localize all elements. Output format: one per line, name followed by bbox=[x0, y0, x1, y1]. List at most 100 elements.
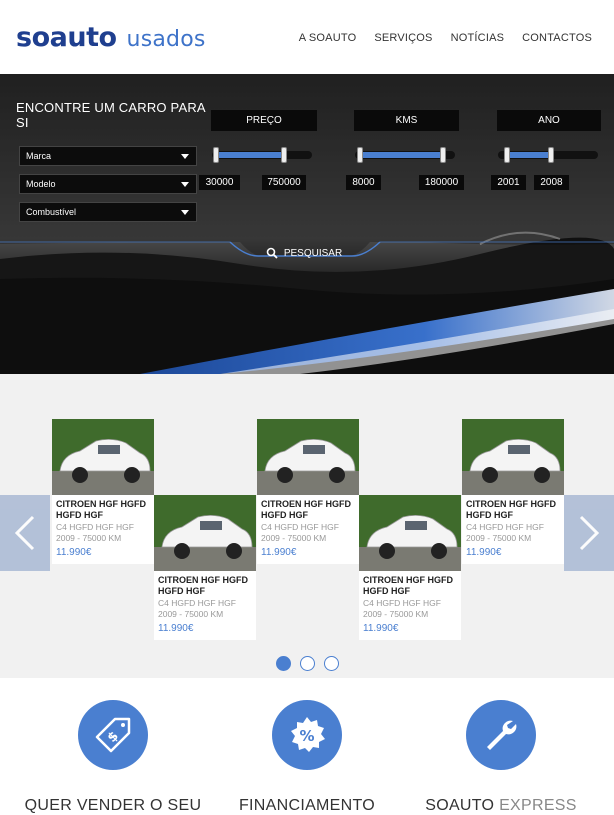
car-card[interactable]: CITROEN HGF HGFD HGFD HGF C4 HGFD HGF HG… bbox=[154, 495, 256, 640]
hero-search: ENCONTRE UM CARRO PARA SI Marca Modelo C… bbox=[0, 74, 614, 374]
price-slider-fill bbox=[216, 152, 284, 158]
price-min-handle[interactable] bbox=[213, 147, 219, 163]
logo[interactable]: soauto usados bbox=[16, 22, 206, 56]
year-slider-fill bbox=[506, 152, 551, 158]
nav-item-soauto[interactable]: A SOAUTO bbox=[299, 32, 357, 44]
nav-item-contactos[interactable]: CONTACTOS bbox=[522, 32, 592, 44]
car-photo bbox=[154, 495, 256, 571]
service-label-light-text: EXPRESS bbox=[499, 797, 577, 814]
car-title: CITROEN HGF HGFD HGFD HGF bbox=[363, 575, 453, 596]
car-price: 11.990€ bbox=[363, 623, 399, 634]
car-price: 11.990€ bbox=[158, 623, 194, 634]
service-icon-circle bbox=[466, 700, 536, 770]
carousel-prev-button[interactable] bbox=[0, 495, 50, 571]
car-year-km: 2009 - 75000 KM bbox=[466, 533, 532, 543]
model-select-value: Modelo bbox=[26, 179, 56, 189]
carousel-dot-3[interactable] bbox=[324, 656, 339, 671]
year-max-value: 2008 bbox=[534, 175, 569, 190]
kms-range-title: KMS bbox=[354, 110, 459, 131]
fuel-select[interactable]: Combustível bbox=[19, 202, 197, 222]
year-min-handle[interactable] bbox=[504, 147, 510, 163]
car-model: C4 HGFD HGF HGF bbox=[261, 522, 339, 532]
service-sell-car[interactable]: $ QUER VENDER O SEU bbox=[18, 700, 208, 815]
page: soauto usados A SOAUTO SERVIÇOS NOTÍCIAS… bbox=[0, 0, 614, 815]
kms-min-value: 8000 bbox=[346, 175, 381, 190]
search-icon bbox=[266, 247, 278, 259]
price-max-value: 750000 bbox=[262, 175, 306, 190]
brand-select-value: Marca bbox=[26, 151, 52, 161]
kms-min-handle[interactable] bbox=[357, 147, 363, 163]
car-price: 11.990€ bbox=[56, 547, 92, 558]
main-nav: A SOAUTO SERVIÇOS NOTÍCIAS CONTACTOS bbox=[299, 32, 592, 44]
year-max-handle[interactable] bbox=[548, 147, 554, 163]
car-title: CITROEN HGF HGFD HGFD HGF bbox=[56, 499, 146, 520]
search-title: ENCONTRE UM CARRO PARA SI bbox=[16, 100, 206, 130]
year-slider[interactable] bbox=[498, 147, 598, 163]
car-year-km: 2009 - 75000 KM bbox=[158, 609, 224, 619]
logo-main-text: soauto bbox=[16, 22, 117, 53]
chevron-down-icon bbox=[181, 182, 189, 187]
price-slider[interactable] bbox=[212, 147, 312, 163]
price-range-title: PREÇO bbox=[211, 110, 317, 131]
price-tag-icon: $ bbox=[95, 717, 131, 753]
logo-sub-text: usados bbox=[126, 27, 206, 52]
search-button-label: PESQUISAR bbox=[283, 247, 343, 259]
car-year-km: 2009 - 75000 KM bbox=[261, 533, 327, 543]
car-year-km: 2009 - 75000 KM bbox=[363, 609, 429, 619]
percent-badge-icon: % bbox=[291, 717, 325, 752]
svg-text:%: % bbox=[299, 727, 314, 745]
kms-slider-fill bbox=[359, 152, 443, 158]
car-title: CITROEN HGF HGFD HGFD HGF bbox=[158, 575, 248, 596]
price-max-handle[interactable] bbox=[281, 147, 287, 163]
car-model: C4 HGFD HGF HGF bbox=[466, 522, 544, 532]
chevron-left-icon bbox=[14, 515, 35, 551]
service-label-text: QUER VENDER O SEU bbox=[24, 797, 202, 814]
services-section: $ QUER VENDER O SEU % FINANCIAMENTO SOAU… bbox=[0, 678, 614, 815]
wrench-icon bbox=[487, 720, 517, 750]
service-label: SOAUTO EXPRESS bbox=[406, 797, 596, 815]
car-photo bbox=[359, 495, 461, 571]
car-year-km: 2009 - 75000 KM bbox=[56, 533, 122, 543]
service-soauto-express[interactable]: SOAUTO EXPRESS bbox=[406, 700, 596, 815]
nav-item-servicos[interactable]: SERVIÇOS bbox=[374, 32, 432, 44]
service-label-text: SOAUTO bbox=[425, 797, 495, 814]
kms-slider[interactable] bbox=[355, 147, 455, 163]
car-card[interactable]: CITROEN HGF HGFD HGFD HGF C4 HGFD HGF HG… bbox=[462, 419, 564, 564]
fuel-select-value: Combustível bbox=[26, 207, 77, 217]
car-title: CITROEN HGF HGFD HGFD HGF bbox=[466, 499, 556, 520]
year-range-title: ANO bbox=[497, 110, 601, 131]
car-model: C4 HGFD HGF HGF bbox=[363, 598, 441, 608]
carousel-next-button[interactable] bbox=[564, 495, 614, 571]
service-icon-circle: % bbox=[272, 700, 342, 770]
service-financing[interactable]: % FINANCIAMENTO bbox=[212, 700, 402, 815]
car-card[interactable]: CITROEN HGF HGFD HGFD HGF C4 HGFD HGF HG… bbox=[359, 495, 461, 640]
carousel-dot-2[interactable] bbox=[300, 656, 315, 671]
car-model: C4 HGFD HGF HGF bbox=[158, 598, 236, 608]
brand-select[interactable]: Marca bbox=[19, 146, 197, 166]
service-label: QUER VENDER O SEU bbox=[18, 797, 208, 815]
car-card[interactable]: CITROEN HGF HGFD HGFD HGF C4 HGFD HGF HG… bbox=[257, 419, 359, 564]
price-min-value: 30000 bbox=[199, 175, 240, 190]
kms-max-handle[interactable] bbox=[440, 147, 446, 163]
car-price: 11.990€ bbox=[466, 547, 502, 558]
service-label: FINANCIAMENTO bbox=[212, 797, 402, 815]
chevron-right-icon bbox=[579, 515, 600, 551]
model-select[interactable]: Modelo bbox=[19, 174, 197, 194]
kms-max-value: 180000 bbox=[419, 175, 464, 190]
search-button[interactable]: PESQUISAR bbox=[240, 242, 368, 264]
car-title: CITROEN HGF HGFD HGFD HGF bbox=[261, 499, 351, 520]
chevron-down-icon bbox=[181, 210, 189, 215]
car-photo bbox=[462, 419, 564, 495]
nav-item-noticias[interactable]: NOTÍCIAS bbox=[451, 32, 505, 44]
car-model: C4 HGFD HGF HGF bbox=[56, 522, 134, 532]
service-icon-circle: $ bbox=[78, 700, 148, 770]
car-card[interactable]: CITROEN HGF HGFD HGFD HGF C4 HGFD HGF HG… bbox=[52, 419, 154, 564]
carousel-dot-1[interactable] bbox=[276, 656, 291, 671]
car-price: 11.990€ bbox=[261, 547, 297, 558]
year-min-value: 2001 bbox=[491, 175, 526, 190]
featured-cars-carousel: CITROEN HGF HGFD HGFD HGF C4 HGFD HGF HG… bbox=[0, 374, 614, 678]
car-photo bbox=[257, 419, 359, 495]
site-header: soauto usados A SOAUTO SERVIÇOS NOTÍCIAS… bbox=[0, 0, 614, 74]
service-label-text: FINANCIAMENTO bbox=[238, 797, 376, 814]
car-photo bbox=[52, 419, 154, 495]
